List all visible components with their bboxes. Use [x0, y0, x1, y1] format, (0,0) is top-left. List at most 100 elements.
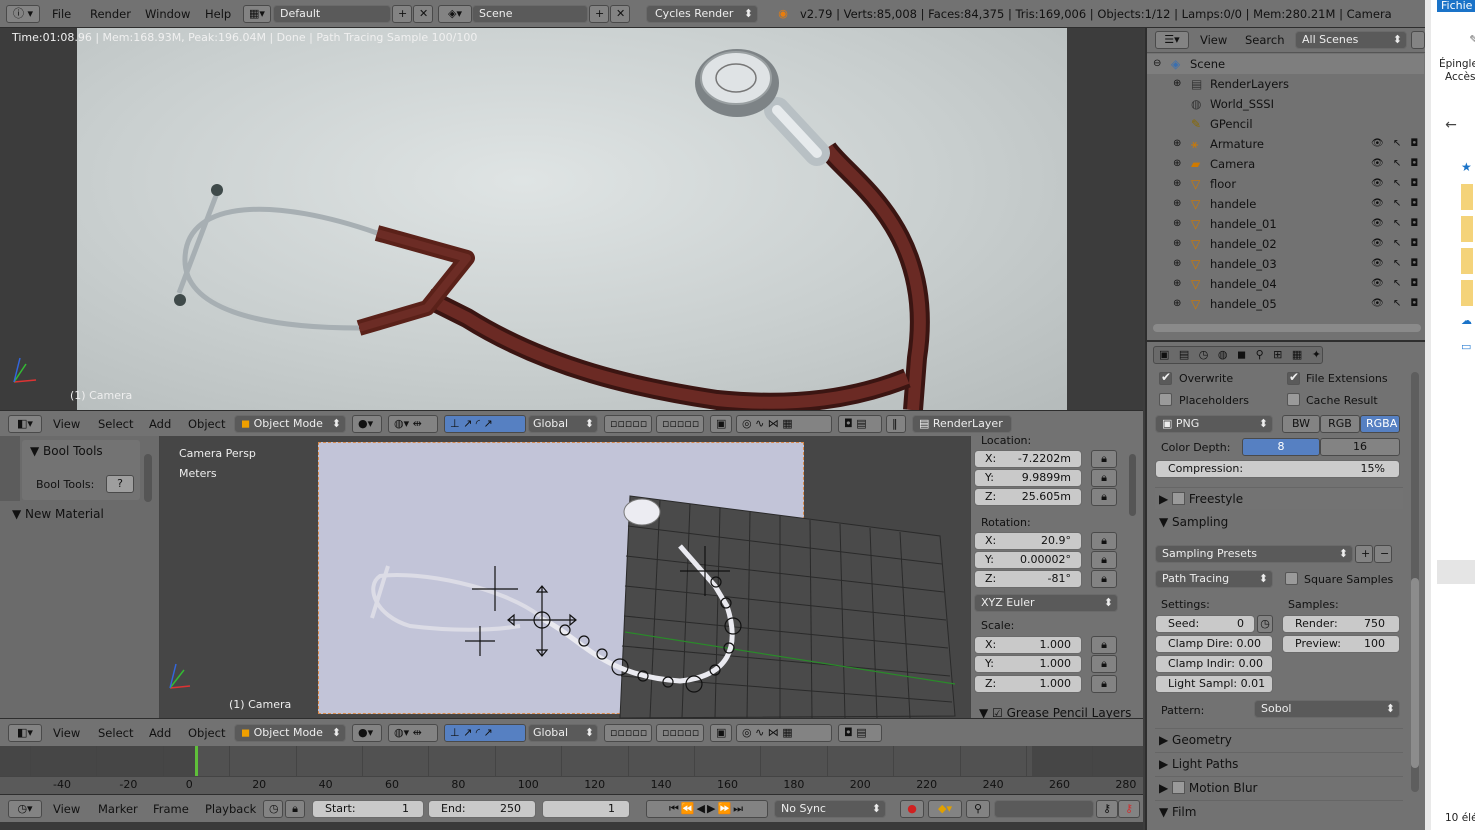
rotation-x[interactable]: X: 20.9° — [974, 532, 1082, 550]
render-engine-select[interactable]: Cycles Render ⬍ — [646, 5, 758, 23]
timeline-menu-frame[interactable]: Frame — [153, 800, 189, 818]
menu-select[interactable]: Select — [98, 415, 133, 433]
pause-button[interactable]: ‖ — [886, 415, 906, 433]
scale-x[interactable]: X: 1.000 — [974, 636, 1082, 654]
film-panel[interactable]: ▼ Film — [1155, 800, 1403, 822]
layers-grid[interactable]: ▫▫▫▫▫ — [604, 415, 652, 433]
light-sampling-field[interactable]: Light Sampl: 0.01 — [1155, 675, 1273, 693]
explorer-ribbon-tab[interactable]: Fichie — [1437, 0, 1475, 12]
seed-field[interactable]: Seed: 0 — [1155, 615, 1255, 633]
keying-set-field[interactable] — [994, 800, 1094, 818]
viewport-editor-type-button[interactable]: ◧▾ — [8, 724, 42, 742]
start-frame-field[interactable]: Start: 1 — [312, 800, 424, 818]
lock-rot-x-icon[interactable]: 🔒︎ — [1091, 532, 1117, 550]
pattern-select[interactable]: Sobol ⬍ — [1254, 700, 1400, 718]
viewport-mode-select[interactable]: ◼ Object Mode ⬍ — [234, 724, 346, 742]
new-material-title[interactable]: ▼ New Material — [12, 507, 104, 521]
location-z[interactable]: Z: 25.605m — [974, 488, 1082, 506]
add-scene-button[interactable]: + — [589, 5, 609, 23]
scene-field[interactable]: Scene — [472, 5, 588, 23]
outliner-item-handele_01[interactable]: ⊕ ▽ handele_01 👁︎ ↖ ◘ — [1147, 214, 1424, 234]
expand-icon[interactable]: ⊕ — [1173, 214, 1181, 234]
pivot-button[interactable]: ◍▾ ⇹ — [388, 415, 438, 433]
snap-buttons[interactable]: ◎ ∿ ⋈ ▦ — [736, 415, 832, 433]
editor-type-button[interactable]: ◧▾ — [8, 415, 42, 433]
depth-8-button[interactable]: 8 — [1242, 438, 1320, 456]
freestyle-panel[interactable]: ▶ Freestyle — [1155, 487, 1403, 509]
render-samples-field[interactable]: Render: 750 — [1282, 615, 1400, 633]
screen-layout-icon[interactable]: ▦▾ — [243, 5, 271, 23]
visibility-controls[interactable]: 👁︎ ↖ ◘ — [1371, 294, 1421, 314]
remove-scene-button[interactable]: ✕ — [610, 5, 630, 23]
end-frame-field[interactable]: End: 250 — [428, 800, 536, 818]
remove-layout-button[interactable]: ✕ — [413, 5, 433, 23]
viewport-snap-buttons[interactable]: ◎ ∿ ⋈ ▦ — [736, 724, 832, 742]
outliner-menu-search[interactable]: Search — [1245, 31, 1285, 49]
file-extensions-checkbox[interactable] — [1287, 370, 1300, 385]
add-layout-button[interactable]: + — [392, 5, 412, 23]
viewport-menu-object[interactable]: Object — [188, 724, 225, 742]
outliner-item-handele_03[interactable]: ⊕ ▽ handele_03 👁︎ ↖ ◘ — [1147, 254, 1424, 274]
lock-scale-y-icon[interactable]: 🔒︎ — [1091, 655, 1117, 673]
viewport-menu-view[interactable]: View — [53, 724, 80, 742]
viewport-menu-select[interactable]: Select — [98, 724, 133, 742]
outliner-item-world_sssi[interactable]: ◍ World_SSSI — [1147, 94, 1424, 114]
expand-icon[interactable]: ⊕ — [1173, 294, 1181, 314]
viewport-layers-grid[interactable]: ▫▫▫▫▫ — [604, 724, 652, 742]
file-format-select[interactable]: ▣ PNG ⬍ — [1155, 415, 1273, 433]
viewport-shading-button[interactable]: ●▾ — [352, 724, 382, 742]
outliner-editor-button[interactable]: ☰▾ — [1155, 31, 1189, 49]
lock-loc-z-icon[interactable]: 🔒︎ — [1091, 488, 1117, 506]
outliner-item-camera[interactable]: ⊕ ▰ Camera 👁︎ ↖ ◘ — [1147, 154, 1424, 174]
visibility-controls[interactable]: 👁︎ ↖ ◘ — [1371, 154, 1421, 174]
mode-select[interactable]: ◼ Object Mode ⬍ — [234, 415, 346, 433]
visibility-controls[interactable]: 👁︎ ↖ ◘ — [1371, 174, 1421, 194]
preview-samples-field[interactable]: Preview: 100 — [1282, 635, 1400, 653]
clamp-direct-field[interactable]: Clamp Dire: 0.00 — [1155, 635, 1273, 653]
scale-z[interactable]: Z: 1.000 — [974, 675, 1082, 693]
viewport-render-buttons[interactable]: ◘ ▤ — [838, 724, 882, 742]
properties-scroll-thumb[interactable] — [1411, 578, 1419, 768]
viewport-manipulator-buttons[interactable]: ⊥ ↗ ◜ ↗ — [444, 724, 526, 742]
motion-blur-panel[interactable]: ▶ Motion Blur — [1155, 776, 1403, 798]
timeline-menu-playback[interactable]: Playback — [205, 800, 256, 818]
timeline[interactable]: -40 -20 0 20 40 60 80 100 120 140 160 180 200 220 240 2… — [0, 746, 1143, 794]
scale-y[interactable]: Y: 1.000 — [974, 655, 1082, 673]
menu-add[interactable]: Add — [149, 415, 171, 433]
outliner-item-scene[interactable]: ⊖ ◈ Scene — [1147, 54, 1424, 74]
outliner-item-renderlayers[interactable]: ⊕ ▤ RenderLayers — [1147, 74, 1424, 94]
square-samples-checkbox[interactable] — [1285, 572, 1298, 585]
lock-layers-button[interactable]: ▣ — [710, 415, 732, 433]
clamp-indirect-field[interactable]: Clamp Indir: 0.00 — [1155, 655, 1273, 673]
expand-icon[interactable]: ⊕ — [1173, 254, 1181, 274]
lock-range-button[interactable]: 🔒︎ — [285, 800, 305, 818]
outliner-item-floor[interactable]: ⊕ ▽ floor 👁︎ ↖ ◘ — [1147, 174, 1424, 194]
keyframe-tools[interactable]: ⚲ — [966, 800, 990, 818]
menu-view[interactable]: View — [53, 415, 80, 433]
depth-16-button[interactable]: 16 — [1320, 438, 1400, 456]
shading-button[interactable]: ●▾ — [352, 415, 382, 433]
render-buttons[interactable]: ◘ ▤ — [838, 415, 882, 433]
folder-icon[interactable] — [1461, 216, 1473, 242]
outliner-item-handele_02[interactable]: ⊕ ▽ handele_02 👁︎ ↖ ◘ — [1147, 234, 1424, 254]
render-result-image[interactable] — [77, 28, 1067, 410]
sampling-panel[interactable]: ▼ Sampling — [1155, 512, 1403, 534]
timeline-editor-button[interactable]: ◷▾ — [8, 800, 42, 818]
placeholders-checkbox[interactable] — [1159, 393, 1172, 406]
screen-layout-field[interactable]: Default — [273, 5, 391, 23]
scene-icon[interactable]: ◈▾ — [438, 5, 472, 23]
expand-icon[interactable]: ⊕ — [1173, 274, 1181, 294]
star-icon[interactable]: ★ — [1461, 160, 1475, 178]
layers-grid-2[interactable]: ▫▫▫▫▫ — [656, 415, 704, 433]
integrator-select[interactable]: Path Tracing ⬍ — [1155, 570, 1273, 588]
menu-window[interactable]: Window — [145, 5, 190, 23]
manipulator-buttons[interactable]: ⊥ ↗ ◜ ↗ — [444, 415, 526, 433]
outliner-item-handele_05[interactable]: ⊕ ▽ handele_05 👁︎ ↖ ◘ — [1147, 294, 1424, 314]
outliner-item-armature[interactable]: ⊕ ⚹ Armature 👁︎ ↖ ◘ — [1147, 134, 1424, 154]
timeline-scrubber[interactable] — [0, 776, 1143, 794]
expand-icon[interactable]: ⊕ — [1173, 234, 1181, 254]
back-arrow-icon[interactable]: ← — [1443, 117, 1459, 133]
visibility-controls[interactable]: 👁︎ ↖ ◘ — [1371, 234, 1421, 254]
bool-tools-panel[interactable]: ▼ Bool Tools Bool Tools: ? — [22, 440, 140, 500]
outliner-hscrollbar[interactable] — [1153, 324, 1421, 332]
